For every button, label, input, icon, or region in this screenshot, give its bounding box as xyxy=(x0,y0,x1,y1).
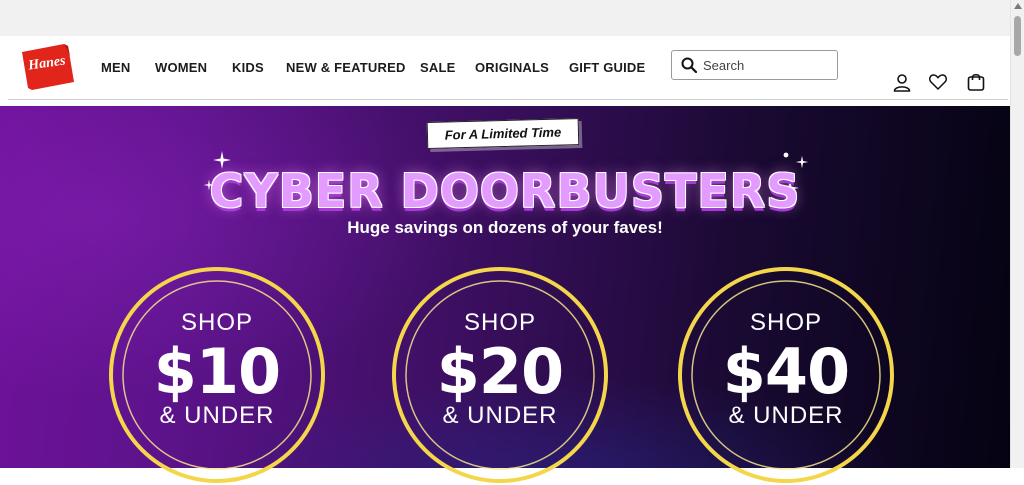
circle-under-label: & UNDER xyxy=(442,402,558,429)
browser-top-bar xyxy=(0,0,1010,36)
circle-price-label: $20 xyxy=(436,335,564,408)
page-scrollbar[interactable] xyxy=(1010,0,1024,468)
header-divider xyxy=(8,99,1008,100)
scroll-up-arrow-icon[interactable] xyxy=(1014,3,1022,9)
cart-bag-icon[interactable] xyxy=(966,72,986,92)
nav-item-kids[interactable]: KIDS xyxy=(232,60,264,75)
circle-shop-label: SHOP xyxy=(749,309,822,336)
hanes-logo[interactable]: Hanes xyxy=(18,42,76,92)
sparkle-icon xyxy=(783,152,789,158)
nav-item-new-featured[interactable]: NEW & FEATURED xyxy=(286,60,406,75)
search-box[interactable] xyxy=(671,50,838,80)
shop-under-10-circle[interactable]: SHOP $10 & UNDER xyxy=(107,265,327,485)
circle-under-label: & UNDER xyxy=(159,402,275,429)
circle-under-label: & UNDER xyxy=(728,402,844,429)
nav-item-originals[interactable]: ORIGINALS xyxy=(475,60,549,75)
wishlist-heart-icon[interactable] xyxy=(928,72,948,92)
shop-under-40-circle[interactable]: SHOP $40 & UNDER xyxy=(676,265,896,485)
circle-price-label: $10 xyxy=(153,335,281,408)
circle-shop-label: SHOP xyxy=(463,309,536,336)
hero-headline: CYBER DOORBUSTERS xyxy=(209,164,801,218)
scrollbar-thumb[interactable] xyxy=(1014,16,1021,56)
limited-time-badge: For A Limited Time xyxy=(426,118,583,152)
account-icon[interactable] xyxy=(892,73,912,93)
search-icon[interactable] xyxy=(681,57,697,73)
shop-under-20-circle[interactable]: SHOP $20 & UNDER xyxy=(390,265,610,485)
nav-item-women[interactable]: WOMEN xyxy=(155,60,207,75)
hero-subhead: Huge savings on dozens of your faves! xyxy=(347,218,663,237)
badge-label: For A Limited Time xyxy=(426,118,580,150)
search-input[interactable] xyxy=(703,56,828,74)
nav-item-men[interactable]: MEN xyxy=(101,60,131,75)
circle-shop-label: SHOP xyxy=(180,309,253,336)
nav-item-gift-guide[interactable]: GIFT GUIDE xyxy=(569,60,645,75)
nav-item-sale[interactable]: SALE xyxy=(420,60,455,75)
circle-price-label: $40 xyxy=(722,335,850,408)
